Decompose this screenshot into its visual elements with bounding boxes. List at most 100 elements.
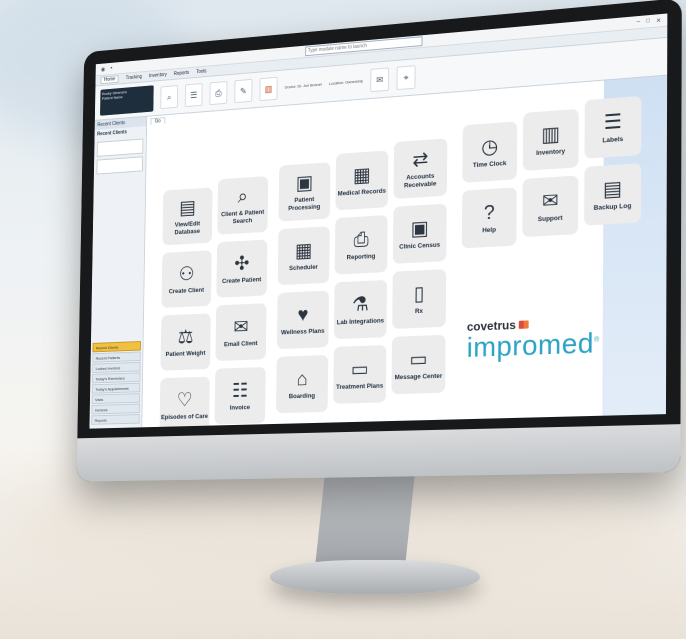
tile-wellness-plans[interactable]: ♥ Wellness Plans [277, 291, 329, 350]
minimize-icon[interactable]: – [637, 18, 640, 25]
screen: ◉ ▪ – □ ✕ Home Tracking Inventory Report… [89, 13, 667, 428]
tile-time-clock[interactable]: ◷ Time Clock [462, 121, 517, 182]
create-client-icon: ⚇ [179, 263, 195, 285]
support-icon: ✉ [542, 189, 559, 212]
calendar-icon: ▦ [295, 240, 313, 262]
tile-label: Inventory [536, 148, 565, 158]
brand-logo: covetrus impromed® [467, 314, 600, 364]
wellness-icon: ♥ [297, 304, 308, 326]
tile-label: Email Client [224, 340, 258, 349]
tile-label: Backup Log [594, 202, 632, 212]
tile-support[interactable]: ✉ Support [522, 175, 578, 237]
app-body: Recent Clients Recent Clients Recent Cli… [89, 76, 667, 429]
doctor-field[interactable]: Doctor: Dr. Jon Bonnet [285, 82, 322, 91]
tile-help[interactable]: ? Help [462, 187, 517, 248]
registered-mark: ® [594, 337, 600, 344]
notes-icon[interactable]: ✎ [234, 79, 252, 103]
tile-treatment-plans[interactable]: ▭ Treatment Plans [333, 345, 386, 404]
tile-label: Create Patient [222, 276, 261, 285]
tab-go[interactable]: Go [151, 117, 166, 125]
sidebar-item-invoices[interactable]: Invoices [91, 404, 139, 415]
tile-client-patient-search[interactable]: ⌕ Client & Patient Search [217, 176, 268, 235]
maximize-icon[interactable]: □ [646, 18, 650, 25]
sidebar-item-reminders[interactable]: Today's Reminders [92, 372, 140, 383]
tile-label: Clinic Census [399, 241, 440, 251]
printer-icon: ⎙ [354, 229, 369, 251]
labels-icon: ☰ [604, 110, 622, 134]
census-icon: ▣ [411, 217, 429, 240]
tile-boarding[interactable]: ⌂ Boarding [276, 355, 328, 413]
menu-tab-home[interactable]: Home [101, 75, 119, 84]
tile-label: Support [538, 214, 563, 223]
monitor-chin [77, 424, 681, 482]
patient-card[interactable]: Rocky Simmons Patient Name [100, 85, 154, 115]
treatment-icon: ▭ [351, 358, 369, 380]
tile-labels[interactable]: ☰ Labels [584, 96, 641, 159]
filter-icon[interactable]: ☰ [185, 83, 203, 107]
patient-processing-icon: ▣ [296, 172, 314, 194]
quick-access-toolbar: ◉ ▪ [101, 65, 113, 72]
tile-label: Rx [415, 308, 423, 316]
tile-patient-weight[interactable]: ⚖ Patient Weight [161, 313, 211, 370]
tile-create-client[interactable]: ⚇ Create Client [162, 250, 212, 308]
doctor-label: Doctor: [285, 84, 297, 90]
location-pin-icon[interactable]: ⌖ [396, 65, 415, 90]
tile-label: Invoice [230, 404, 250, 412]
tile-label: Treatment Plans [336, 382, 383, 391]
menu-tab-tools[interactable]: Tools [196, 69, 206, 76]
impromed-logo: impromed® [467, 327, 600, 364]
tile-rx[interactable]: ▯ Rx [392, 269, 446, 329]
barcode-icon: ▥ [541, 123, 560, 146]
tile-label: Patient Processing [279, 195, 330, 213]
menu-tab-tracking[interactable]: Tracking [126, 74, 142, 81]
find-icon[interactable]: ⌕ [160, 85, 178, 109]
help-icon: ? [484, 201, 495, 224]
tile-view-edit-database[interactable]: ▤ View/Edit Database [162, 187, 212, 245]
recent-client-card[interactable] [96, 156, 143, 174]
location-field[interactable]: Location: Ownership [329, 78, 363, 87]
menu-tab-inventory[interactable]: Inventory [149, 72, 167, 79]
sidebar-nav: Recent Clients Recent Patients Locked In… [90, 340, 143, 426]
save-icon[interactable]: ▪ [110, 65, 112, 72]
app-logo-icon: ◉ [101, 66, 106, 73]
backup-icon: ▤ [603, 177, 622, 201]
menu-tab-reports[interactable]: Reports [174, 70, 189, 77]
sidebar-item-appointments[interactable]: Today's Appointments [92, 383, 140, 394]
tile-reporting[interactable]: ⎙ Reporting [335, 215, 388, 275]
tile-label: Patient Weight [166, 350, 206, 359]
location-value: Ownership [345, 78, 363, 84]
sidebar-item-visits[interactable]: Visits [92, 393, 140, 404]
chat-icon[interactable]: ✉ [370, 67, 389, 92]
sidebar-item-recent-patients[interactable]: Recent Patients [92, 351, 140, 362]
tile-medical-records[interactable]: ▦ Medical Records [335, 150, 388, 210]
tile-email-client[interactable]: ✉ Email Client [215, 303, 266, 361]
tile-patient-processing[interactable]: ▣ Patient Processing [279, 162, 331, 221]
tile-invoice[interactable]: ☷ Invoice [215, 367, 266, 425]
accounts-receivable-icon: ⇄ [412, 149, 428, 172]
tile-scheduler[interactable]: ▦ Scheduler [278, 226, 330, 285]
sidebar-item-locked-invoices[interactable]: Locked Invoices [92, 362, 140, 373]
recent-client-card[interactable] [97, 139, 144, 157]
tile-message-center[interactable]: ▭ Message Center [392, 335, 446, 394]
heart-icon: ♡ [177, 389, 193, 411]
books-icon[interactable]: ▥ [259, 77, 277, 101]
tile-backup-log[interactable]: ▤ Backup Log [584, 163, 641, 225]
close-icon[interactable]: ✕ [656, 17, 661, 25]
impromed-wordmark: impromed [467, 327, 595, 363]
create-patient-icon: ✣ [234, 253, 249, 275]
sidebar-item-reports[interactable]: Reports [91, 414, 140, 425]
search-icon: ⌕ [238, 186, 248, 208]
tile-label: View/Edit Database [163, 220, 213, 237]
tile-lab-integrations[interactable]: ⚗ Lab Integrations [334, 280, 387, 339]
tile-inventory[interactable]: ▥ Inventory [523, 109, 579, 171]
tile-episodes-of-care[interactable]: ♡ Episodes of Care [160, 377, 210, 429]
tile-clinic-census[interactable]: ▣ Clinic Census [393, 204, 447, 264]
print-icon[interactable]: ⎙ [209, 81, 227, 105]
tile-label: Lab Integrations [337, 317, 384, 326]
tile-accounts-receivable[interactable]: ⇄ Accounts Receivable [394, 138, 448, 199]
tile-label: Labels [602, 136, 623, 145]
monitor: ◉ ▪ – □ ✕ Home Tracking Inventory Report… [77, 0, 682, 482]
sidebar-item-recent-clients[interactable]: Recent Clients [93, 341, 141, 352]
tile-label: Medical Records [338, 187, 386, 197]
tile-create-patient[interactable]: ✣ Create Patient [216, 239, 267, 297]
